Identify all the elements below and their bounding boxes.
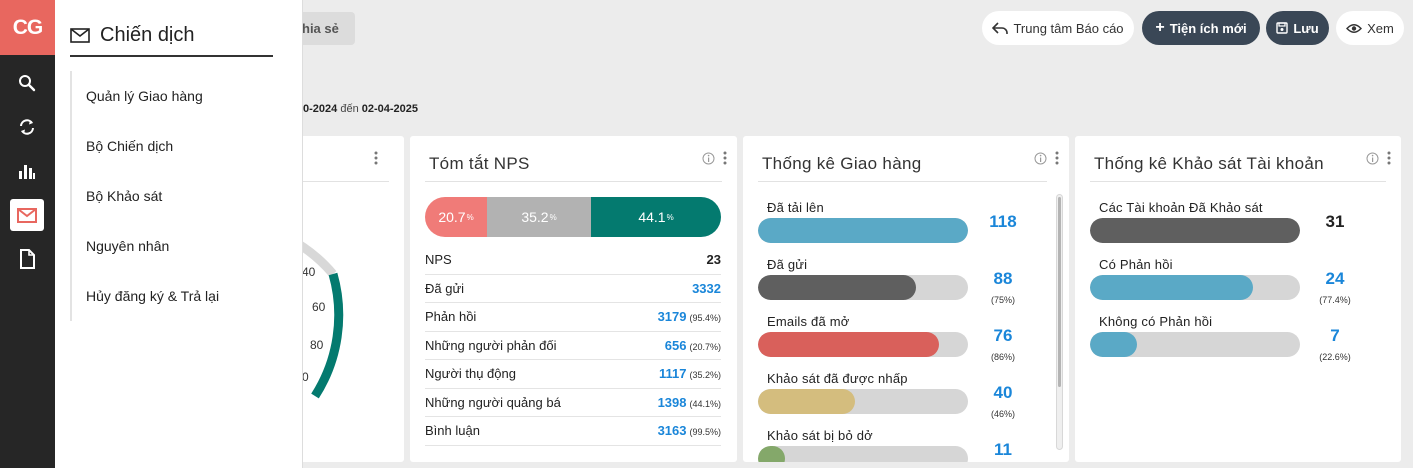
stat-bar-fill [758,218,968,243]
scroll-thumb[interactable] [1058,197,1061,387]
stat-bar [758,446,968,462]
stat-percent: (46%) [990,409,1015,419]
save-icon [1276,22,1289,34]
stat-bar-fill [758,332,939,357]
gauge-tick: 0 [302,370,309,384]
stat-bar [758,389,968,414]
nps-row: Người thụ động 1117 (35.2%) [425,360,721,389]
save-button[interactable]: Lưu [1266,11,1329,45]
more-icon[interactable] [723,151,727,170]
stat-bar-fill [758,446,786,462]
card-title: Tóm tắt NPS [429,154,530,173]
nps-row: Phản hồi 3179 (95.4%) [425,303,721,332]
stat-percent: (75%) [990,295,1015,305]
stat-label: Emails đã mở [767,314,850,329]
chart-icon[interactable] [10,155,44,187]
search-icon[interactable] [10,67,44,99]
stat-label: Khảo sát đã được nhấp [767,371,908,386]
stat-bar [758,218,968,243]
stat-percent: (22.6%) [1319,352,1351,362]
menu-item-delivery-management[interactable]: Quản lý Giao hàng [70,71,290,121]
stat-label: Có Phản hồi [1099,257,1173,272]
stat-bar [1090,332,1300,357]
date-to: 02-04-2025 [361,103,419,115]
stat-value: 40 [993,383,1013,402]
menu-item-campaign-sets[interactable]: Bộ Chiến dịch [70,121,290,171]
stat-label: Đã gửi [767,257,808,272]
stat-bar [1090,218,1300,243]
menu-item-survey-sets[interactable]: Bộ Khảo sát [70,171,290,221]
left-rail: CG [0,0,55,468]
stat-value: 7 [1330,326,1340,345]
mail-icon [70,28,90,43]
stat-bar [1090,275,1300,300]
detractors-segment: 20.7% [425,197,487,237]
flyout-title: Chiến dịch [100,24,195,46]
stat-value: 11 [994,440,1012,459]
stat-value: 88 [993,269,1013,288]
stat-percent: (77.4%) [1319,295,1351,305]
date-sep: đến [340,103,359,115]
stat-bar [758,332,968,357]
nps-gauge [290,234,344,399]
logo[interactable]: CG [0,0,55,55]
date-range: 0-2024 đến 02-04-2025 [303,103,418,115]
card-title: Thống kê Giao hàng [762,154,922,173]
stat-label: Không có Phản hồi [1099,314,1213,329]
stat-bar-fill [1090,218,1300,243]
gauge-tick: 80 [310,338,324,352]
info-icon[interactable] [702,152,715,170]
refresh-icon[interactable] [10,111,44,143]
stat-label: Đã tải lên [767,200,824,215]
eye-icon [1346,23,1363,33]
campaign-flyout: Chiến dịch Quản lý Giao hàng Bộ Chiến dị… [55,0,303,468]
stat-value: 24 [1325,269,1345,288]
passives-segment: 35.2% [487,197,591,237]
delivery-stats-card: Thống kê Giao hàng Đã tải lên 118 Đã gửi 88… [743,136,1069,462]
menu-item-unsubscribe-bounce[interactable]: Hủy đăng ký & Trả lại [70,271,290,321]
stat-value: 76 [993,326,1013,345]
mail-icon[interactable] [10,199,44,231]
stat-bar-fill [1090,332,1138,357]
nps-bar: 20.7% 35.2% 44.1% [425,197,721,237]
new-widget-button[interactable]: + Tiện ích mới [1142,11,1260,45]
nps-row: Những người phản đối 656 (20.7%) [425,332,721,360]
more-icon[interactable] [1055,151,1059,170]
account-survey-card: Thống kê Khảo sát Tài khoản Các Tài khoả… [1075,136,1401,462]
scrollbar[interactable] [1056,194,1063,450]
stat-label: Khảo sát bị bỏ dở [767,428,873,443]
view-button[interactable]: Xem [1336,11,1404,45]
document-icon[interactable] [10,243,44,275]
nps-summary-card: Tóm tắt NPS 20.7% 35.2% 44.1% NPS 23 Đã g… [410,136,737,462]
stat-label: Các Tài khoản Đã Khảo sát [1099,200,1263,215]
stat-bar-fill [1090,275,1253,300]
card-title: Thống kê Khảo sát Tài khoản [1094,154,1324,173]
date-from: 0-2024 [303,103,338,115]
nps-row: Bình luận 3163 (99.5%) [425,417,721,446]
more-icon[interactable] [1387,151,1391,170]
info-icon[interactable] [1366,152,1379,170]
stat-value: 118 [989,212,1017,231]
gauge-tick: 60 [312,300,326,314]
stat-bar-fill [758,389,855,414]
report-center-button[interactable]: Trung tâm Báo cáo [982,11,1134,45]
reply-icon [992,21,1009,34]
stat-bar-fill [758,275,916,300]
gauge-card: 40 60 80 0 [290,136,404,462]
stat-value: 31 [1325,212,1345,231]
info-icon[interactable] [1034,152,1047,170]
flyout-header: Chiến dịch [70,16,273,57]
gauge-tick: 40 [302,265,316,279]
stat-bar [758,275,968,300]
nps-row: Đã gửi 3332 [425,275,721,303]
plus-icon: + [1155,19,1165,36]
nps-row: NPS 23 [425,246,721,275]
nps-row: Những người quảng bá 1398 (44.1%) [425,389,721,417]
stat-percent: (86%) [990,352,1015,362]
menu-item-reasons[interactable]: Nguyên nhân [70,221,290,271]
promoters-segment: 44.1% [591,197,721,237]
